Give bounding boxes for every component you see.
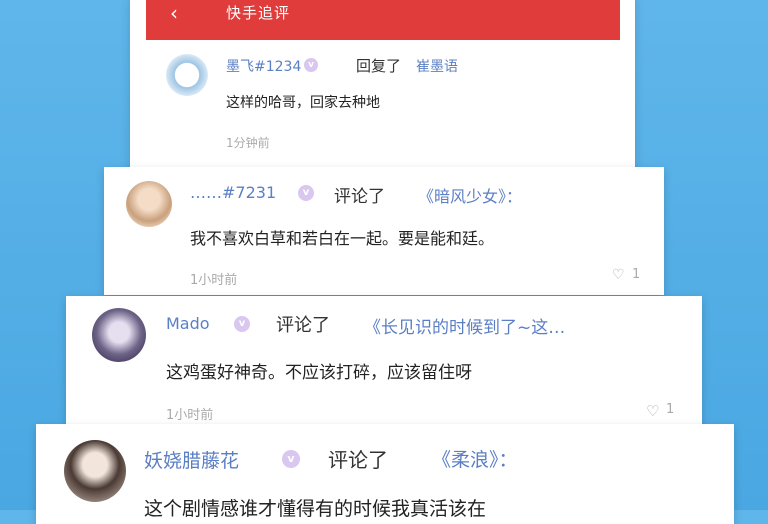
verified-badge-icon: v — [234, 316, 250, 332]
avatar[interactable] — [64, 440, 126, 502]
comment-user[interactable]: 妖娆腊藤花 — [144, 446, 239, 473]
comment-card-2[interactable]: ……#7231 v 评论了 《暗风少女》： 我不喜欢白草和若白在一起。要是能和廷… — [104, 167, 664, 295]
comment-card-4[interactable]: 妖娆腊藤花 v 评论了 《柔浪》： 这个剧情感谁才懂得有的时候我真活该在 — [36, 424, 734, 524]
comment-time: 1小时前 — [166, 408, 214, 423]
like-icon[interactable]: ♡ — [646, 402, 659, 420]
comment-time: 1小时前 — [190, 273, 238, 288]
avatar[interactable] — [92, 308, 146, 362]
comment-text: 这个剧情感谁才懂得有的时候我真活该在 — [144, 498, 487, 520]
comment-target[interactable]: 崔墨语 — [416, 56, 458, 76]
comment-action: 评论了 — [334, 187, 385, 207]
comment-card-3[interactable]: Mado v 评论了 《长见识的时候到了~这… 这鸡蛋好神奇。不应该打碎，应该留… — [66, 296, 702, 424]
comment-text: 我不喜欢白草和若白在一起。要是能和廷。 — [190, 229, 495, 248]
verified-badge-icon: v — [282, 450, 300, 468]
comment-target[interactable]: 《暗风少女》： — [418, 183, 522, 207]
like-icon[interactable]: ♡ — [612, 267, 625, 283]
comment-target[interactable]: 《长见识的时候到了~这… — [364, 313, 684, 338]
avatar[interactable] — [166, 54, 208, 96]
comment-user[interactable]: 墨飞#1234 — [226, 56, 301, 76]
like-count: 1 — [632, 267, 641, 282]
comment-action: 回复了 — [356, 57, 402, 75]
comment-user[interactable]: ……#7231 — [190, 183, 276, 202]
app-header: ‹ 快手追评 — [146, 0, 620, 40]
comment-action: 评论了 — [276, 315, 330, 336]
comment-action: 评论了 — [328, 448, 388, 472]
page-title: 快手追评 — [226, 4, 291, 22]
comment-card-1[interactable]: 墨飞#1234 v 回复了 崔墨语 这样的哈哥，回家去种地 1分钟前 — [146, 40, 620, 160]
chevron-left-icon[interactable]: ‹ — [170, 3, 178, 23]
comment-time: 1分钟前 — [226, 136, 270, 150]
like-count: 1 — [666, 402, 675, 417]
comment-target[interactable]: 《柔浪》： — [432, 445, 518, 472]
comment-text: 这鸡蛋好神奇。不应该打碎，应该留住呀 — [166, 363, 472, 383]
comment-text: 这样的哈哥，回家去种地 — [226, 95, 380, 111]
comment-user[interactable]: Mado — [166, 314, 210, 333]
avatar[interactable] — [126, 181, 172, 227]
verified-badge-icon: v — [304, 58, 318, 72]
verified-badge-icon: v — [298, 185, 314, 201]
